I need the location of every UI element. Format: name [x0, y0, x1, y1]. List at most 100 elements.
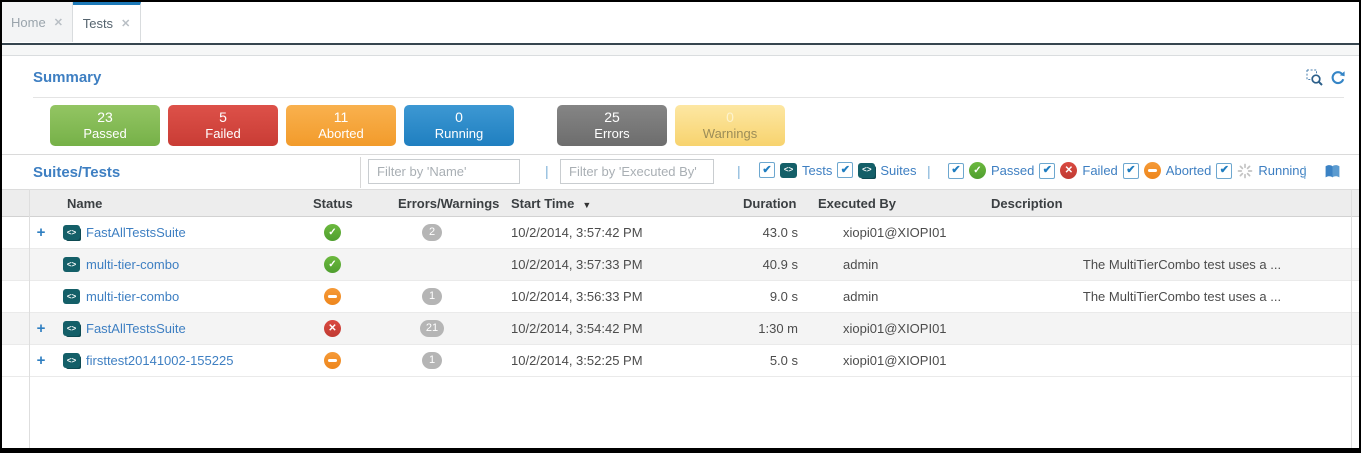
tests-checkbox[interactable]: ✔ [759, 162, 775, 178]
name-filter-input[interactable] [368, 159, 520, 184]
summary-cards: 23 Passed 5 Failed 11 Aborted 0 Running … [50, 105, 793, 146]
toggle-tests[interactable]: ✔ <> Tests [759, 162, 832, 178]
status-aborted-icon [324, 288, 341, 305]
table-row[interactable]: + <> firsttest20141002-155225 1 10/2/201… [2, 345, 1359, 377]
tab-bar: Home ✕ Tests ✕ [2, 2, 1359, 43]
status-toggles: ✔ ✓ Passed ✔ ✕ Failed ✔ Aborted ✔ Runnin… [948, 162, 1307, 179]
status-passed-icon: ✓ [324, 256, 341, 273]
col-description[interactable]: Description [991, 196, 1063, 211]
failed-icon: ✕ [1060, 162, 1078, 179]
failed-count: 5 [219, 109, 227, 125]
status-aborted-icon [324, 352, 341, 369]
expand-button[interactable]: + [33, 345, 49, 376]
col-name[interactable]: Name [67, 196, 102, 211]
duration: 40.9 s [762, 257, 798, 272]
sort-desc-icon: ▼ [582, 200, 592, 210]
close-icon[interactable]: ✕ [54, 16, 63, 29]
close-icon[interactable]: ✕ [121, 17, 130, 30]
aborted-icon [1143, 162, 1161, 179]
running-spinner-icon [1237, 163, 1253, 179]
errors-card[interactable]: 25 Errors [557, 105, 667, 146]
tab-home[interactable]: Home ✕ [2, 2, 73, 42]
test-name-link[interactable]: firsttest20141002-155225 [86, 345, 233, 376]
status-passed-icon: ✓ [324, 224, 341, 241]
toggle-suites[interactable]: ✔ <> Suites [837, 162, 916, 178]
tab-home-label: Home [11, 14, 46, 30]
description [1002, 217, 1359, 248]
toggle-passed[interactable]: ✔ ✓ Passed [948, 162, 1034, 179]
toggle-aborted[interactable]: ✔ Aborted [1122, 162, 1212, 179]
test-icon: <> [63, 257, 80, 272]
table-row[interactable]: + <> FastAllTestsSuite ✕ 21 10/2/2014, 3… [2, 313, 1359, 345]
expand-button[interactable]: + [33, 313, 49, 344]
duration: 1:30 m [758, 321, 798, 336]
summary-tools [1306, 69, 1346, 87]
duration: 9.0 s [769, 289, 798, 304]
executed-by: admin [843, 257, 879, 272]
tab-tests[interactable]: Tests ✕ [73, 2, 141, 42]
suites-checkbox[interactable]: ✔ [837, 162, 854, 178]
separator: | [737, 163, 741, 179]
executed-by: xiopi01@XIOPI01 [843, 353, 947, 368]
aborted-checkbox[interactable]: ✔ [1122, 162, 1139, 179]
executed-by-filter-input[interactable] [560, 159, 714, 184]
start-time: 10/2/2014, 3:54:42 PM [511, 321, 643, 336]
separator: | [927, 163, 931, 179]
table-row[interactable]: <> multi-tier-combo 1 10/2/2014, 3:56:33… [2, 281, 1359, 313]
status-failed-icon: ✕ [324, 320, 341, 337]
warnings-label: Warnings [702, 126, 758, 141]
col-errors-warnings[interactable]: Errors/Warnings [398, 196, 499, 211]
col-duration[interactable]: Duration [743, 196, 796, 211]
toggle-failed[interactable]: ✔ ✕ Failed [1039, 162, 1118, 179]
duration: 5.0 s [769, 353, 798, 368]
suite-icon: <> [63, 225, 80, 240]
suite-icon: <> [63, 353, 80, 368]
grid-left-gutter-line [29, 189, 30, 448]
tests-page-content: Summary 23 Passed 5 Failed 11 Aborted 0 … [2, 56, 1359, 448]
report-book-icon[interactable] [1324, 164, 1341, 179]
col-executed-by[interactable]: Executed By [818, 196, 896, 211]
aborted-toggle-label: Aborted [1165, 163, 1212, 178]
toggle-running[interactable]: ✔ Running [1216, 162, 1307, 179]
expand-button[interactable]: + [33, 217, 49, 248]
test-name-link[interactable]: multi-tier-combo [86, 249, 179, 280]
suite-icon: <> [63, 321, 80, 336]
suites-tests-title: Suites/Tests [33, 164, 121, 181]
aborted-count: 11 [333, 109, 349, 125]
running-toggle-label: Running [1258, 163, 1307, 178]
tab-tests-label: Tests [82, 16, 114, 31]
refresh-icon[interactable] [1330, 70, 1346, 86]
page: Home ✕ Tests ✕ Summary 23 Passed 5 Faile… [2, 2, 1359, 448]
aborted-card[interactable]: 11 Aborted [286, 105, 396, 146]
running-card[interactable]: 0 Running [404, 105, 514, 146]
passed-toggle-label: Passed [991, 163, 1035, 178]
app-window: Home ✕ Tests ✕ Summary 23 Passed 5 Faile… [0, 0, 1361, 453]
table-row[interactable]: <> multi-tier-combo ✓ 10/2/2014, 3:57:33… [2, 249, 1359, 281]
errors-warnings-badge: 21 [419, 320, 445, 337]
tab-bar-strip [2, 45, 1359, 56]
failed-checkbox[interactable]: ✔ [1039, 162, 1056, 179]
test-name-link[interactable]: FastAllTestsSuite [86, 313, 186, 344]
failed-card[interactable]: 5 Failed [168, 105, 278, 146]
suites-toggle-label: Suites [880, 162, 917, 178]
duration: 43.0 s [762, 225, 798, 240]
warnings-count: 0 [726, 109, 734, 125]
passed-card[interactable]: 23 Passed [50, 105, 160, 146]
warnings-card[interactable]: 0 Warnings [675, 105, 785, 146]
passed-count: 23 [97, 109, 113, 125]
errors-warnings-badge: 1 [422, 352, 442, 369]
executed-by: xiopi01@XIOPI01 [843, 225, 947, 240]
filter-divider [360, 157, 361, 188]
test-name-link[interactable]: multi-tier-combo [86, 281, 179, 312]
test-name-link[interactable]: FastAllTestsSuite [86, 217, 186, 248]
zoom-select-icon[interactable] [1306, 69, 1324, 87]
passed-checkbox[interactable]: ✔ [948, 162, 964, 179]
col-start-time[interactable]: Start Time ▼ [511, 196, 591, 211]
description: The MultiTierCombo test uses a ... [1082, 257, 1282, 272]
start-time: 10/2/2014, 3:57:42 PM [511, 225, 643, 240]
failed-toggle-label: Failed [1082, 163, 1118, 178]
col-status[interactable]: Status [313, 196, 353, 211]
running-checkbox[interactable]: ✔ [1216, 162, 1233, 179]
test-icon: <> [63, 289, 80, 304]
table-row[interactable]: + <> FastAllTestsSuite ✓ 2 10/2/2014, 3:… [2, 217, 1359, 249]
